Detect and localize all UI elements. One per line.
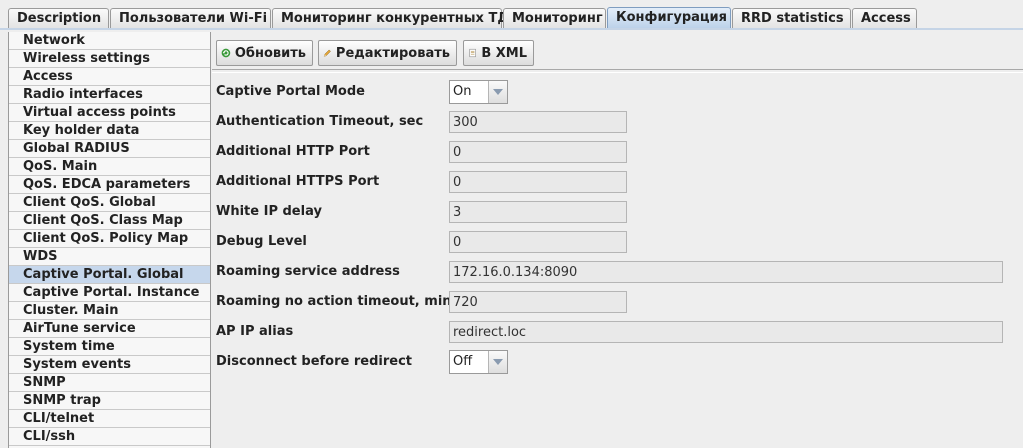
sidebar-item[interactable]: Client QoS. Class Map: [9, 212, 210, 230]
document-icon: [469, 48, 476, 58]
sidebar-item[interactable]: Captive Portal. Instance: [9, 284, 210, 302]
sidebar-item[interactable]: Virtual access points: [9, 104, 210, 122]
tab-description[interactable]: Description: [8, 8, 109, 29]
chevron-down-icon[interactable]: [488, 81, 507, 103]
sidebar-item[interactable]: Radio interfaces: [9, 86, 210, 104]
https-port-label: Additional HTTPS Port: [216, 174, 380, 189]
sidebar-item[interactable]: System events: [9, 356, 210, 374]
main-panel: Обновить Редактировать В XML Captive Por…: [212, 32, 1023, 448]
sidebar-item[interactable]: Client QoS. Policy Map: [9, 230, 210, 248]
toolbar: Обновить Редактировать В XML: [212, 32, 1023, 70]
tab-wifi-users[interactable]: Пользователи Wi-Fi: [110, 8, 271, 29]
export-xml-label: В XML: [481, 45, 527, 61]
chevron-down-icon[interactable]: [488, 351, 507, 373]
debug-level-field[interactable]: 0: [449, 231, 627, 253]
tab-bar: Description Пользователи Wi-Fi Мониторин…: [0, 0, 1023, 30]
sidebar-item[interactable]: CLI/telnet: [9, 410, 210, 428]
ap-ip-alias-field[interactable]: redirect.loc: [449, 321, 1003, 343]
tab-baseline: [0, 28, 1023, 30]
refresh-button[interactable]: Обновить: [216, 40, 313, 66]
tab-monitoring[interactable]: Мониторинг: [503, 8, 606, 29]
export-xml-button[interactable]: В XML: [463, 40, 534, 66]
white-ip-delay-label: White IP delay: [216, 204, 322, 219]
refresh-icon: [221, 48, 231, 58]
sidebar: Network Wireless settings Access Radio inte…: [8, 32, 211, 448]
sidebar-item[interactable]: Global RADIUS: [9, 140, 210, 158]
sidebar-item[interactable]: SNMP trap: [9, 392, 210, 410]
roaming-timeout-field[interactable]: 720: [449, 291, 627, 313]
white-ip-delay-field[interactable]: 3: [449, 201, 627, 223]
tab-access[interactable]: Access: [852, 8, 917, 29]
sidebar-item[interactable]: SNMP: [9, 374, 210, 392]
sidebar-item[interactable]: Captive Portal. Global: [9, 266, 210, 284]
auth-timeout-field[interactable]: 300: [449, 111, 627, 133]
sidebar-item[interactable]: Wireless settings: [9, 50, 210, 68]
edit-label: Редактировать: [335, 45, 450, 61]
sidebar-item[interactable]: QoS. Main: [9, 158, 210, 176]
debug-level-label: Debug Level: [216, 234, 307, 249]
disconnect-redirect-select[interactable]: Off: [449, 350, 508, 374]
refresh-label: Обновить: [234, 45, 306, 61]
captive-portal-mode-select[interactable]: On: [449, 80, 508, 104]
tab-rrd-statistics[interactable]: RRD statistics: [732, 8, 851, 29]
roaming-timeout-label: Roaming no action timeout, min: [216, 294, 452, 309]
sidebar-item[interactable]: QoS. EDCA parameters: [9, 176, 210, 194]
sidebar-item[interactable]: Cluster. Main: [9, 302, 210, 320]
auth-timeout-label: Authentication Timeout, sec: [216, 114, 424, 129]
sidebar-item[interactable]: Client QoS. Global: [9, 194, 210, 212]
edit-button[interactable]: Редактировать: [318, 40, 457, 66]
tab-competitor-ap-monitoring[interactable]: Мониторинг конкурентных ТД: [272, 8, 509, 29]
roaming-address-field[interactable]: 172.16.0.134:8090: [449, 261, 1003, 283]
sidebar-item[interactable]: Access: [9, 68, 210, 86]
captive-portal-form: Captive Portal Mode On Authentication Ti…: [212, 72, 1023, 448]
disconnect-redirect-label: Disconnect before redirect: [216, 354, 412, 369]
captive-portal-mode-label: Captive Portal Mode: [216, 84, 365, 99]
pencil-icon: [323, 49, 331, 57]
disconnect-redirect-value: Off: [453, 354, 473, 369]
sidebar-item[interactable]: System time: [9, 338, 210, 356]
sidebar-item[interactable]: WDS: [9, 248, 210, 266]
sidebar-item[interactable]: Key holder data: [9, 122, 210, 140]
http-port-label: Additional HTTP Port: [216, 144, 370, 159]
sidebar-item[interactable]: CLI/ssh: [9, 428, 210, 446]
http-port-field[interactable]: 0: [449, 141, 627, 163]
sidebar-item[interactable]: AirTune service: [9, 320, 210, 338]
captive-portal-mode-value: On: [453, 84, 472, 99]
sidebar-item[interactable]: Network: [9, 32, 210, 50]
tab-configuration[interactable]: Конфигурация: [607, 7, 731, 30]
ap-ip-alias-label: AP IP alias: [216, 324, 294, 339]
roaming-address-label: Roaming service address: [216, 264, 400, 279]
https-port-field[interactable]: 0: [449, 171, 627, 193]
